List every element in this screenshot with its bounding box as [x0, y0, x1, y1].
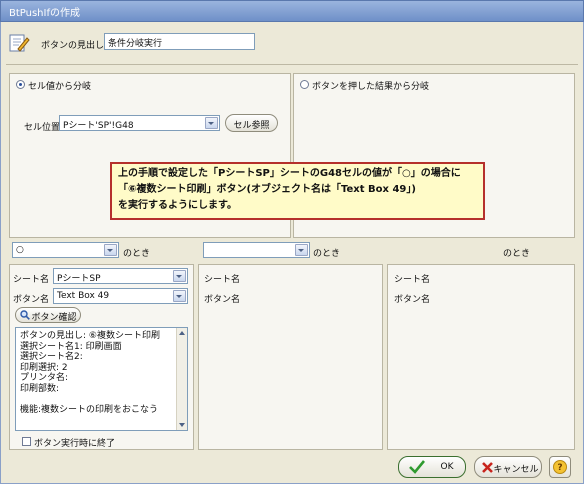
info-line: 選択シート名2: [20, 352, 83, 363]
info-line: 印刷選択: 2 [20, 362, 68, 373]
chevron-down-icon[interactable] [295, 244, 308, 256]
button-confirm-button[interactable]: ボタン確認 [15, 307, 81, 323]
cell-position-combo[interactable]: Pシート'SP'!G48 [59, 115, 220, 131]
button-info-box: ボタンの見出し: ⑥複数シート印刷 選択シート名1: 印刷画面 選択シート名2:… [15, 327, 188, 431]
header-label: ボタンの見出し [41, 41, 105, 51]
help-icon: ? [553, 460, 567, 474]
chevron-down-icon[interactable] [104, 244, 117, 256]
info-line: プリンタ名: [20, 373, 69, 384]
chevron-down-icon[interactable] [205, 117, 218, 129]
callout-line-1: 上の手順で設定した「PシートSP」シートのG48セルの値が「○」の場合に [118, 168, 461, 179]
button-name-value: Text Box 49 [57, 291, 110, 301]
cancel-label: キャンセル [493, 465, 539, 475]
help-label: ? [557, 463, 563, 473]
button-name-label-3: ボタン名 [394, 295, 431, 305]
condition-when-label-1: のとき [123, 249, 151, 259]
button-name-label-2: ボタン名 [204, 295, 241, 305]
exit-on-run-checkbox[interactable] [22, 437, 31, 446]
cell-branch-radio[interactable] [16, 80, 25, 89]
cell-position-label: セル位置 [24, 123, 61, 133]
sheet-name-label-3: シート名 [394, 275, 431, 285]
cell-reference-button[interactable]: セル参照 [225, 114, 278, 132]
condition-value-1: ○ [16, 245, 24, 255]
header-title-value: 条件分岐実行 [108, 39, 163, 49]
close-icon [481, 461, 494, 474]
sheet-name-combo[interactable]: PシートSP [53, 268, 188, 284]
info-line: 印刷部数: [20, 383, 60, 394]
sheet-name-value: PシートSP [57, 274, 101, 284]
chevron-down-icon[interactable] [173, 290, 186, 302]
sheet-name-label-2: シート名 [204, 275, 241, 285]
sheet-name-label: シート名 [13, 275, 50, 285]
button-name-label: ボタン名 [13, 295, 50, 305]
condition-value-combo-1[interactable]: ○ [12, 242, 119, 258]
callout-line-2: 「⑥複数シート印刷」ボタン(オブジェクト名は「Text Box 49」) [118, 184, 416, 195]
help-button[interactable]: ? [549, 456, 571, 478]
title-bar: BtPushIfの作成 [0, 0, 584, 22]
cell-reference-label: セル参照 [233, 121, 270, 131]
info-line: ボタンの見出し: ⑥複数シート印刷 [20, 331, 160, 341]
chevron-down-icon[interactable] [173, 270, 186, 282]
info-line: 機能:複数シートの印刷をおこなう [20, 404, 159, 415]
header-title-input[interactable]: 条件分岐実行 [104, 33, 255, 50]
info-line [20, 395, 175, 405]
button-confirm-label: ボタン確認 [31, 313, 77, 323]
checkmark-icon [409, 460, 426, 474]
callout-line-3: を実行するようにします。 [118, 200, 237, 211]
condition-when-label-3: のとき [503, 249, 531, 259]
ok-button[interactable]: OK [398, 456, 466, 478]
cancel-button[interactable]: キャンセル [474, 456, 542, 478]
header-divider [6, 64, 578, 65]
info-line: 選択シート名1: 印刷画面 [20, 341, 122, 352]
button-branch-label: ボタンを押した結果から分岐 [312, 82, 430, 92]
scroll-down-arrow-icon[interactable] [179, 423, 185, 427]
condition-when-label-2: のとき [313, 249, 341, 259]
instruction-callout: 上の手順で設定した「PシートSP」シートのG48セルの値が「○」の場合に 「⑥複… [110, 162, 485, 220]
button-name-combo[interactable]: Text Box 49 [53, 288, 188, 304]
cell-position-value: Pシート'SP'!G48 [63, 121, 134, 131]
exit-on-run-label: ボタン実行時に終了 [34, 439, 116, 449]
scroll-up-arrow-icon[interactable] [179, 331, 185, 335]
condition-value-combo-2[interactable] [203, 242, 310, 258]
edit-icon [8, 32, 30, 54]
button-branch-radio[interactable] [300, 80, 309, 89]
search-icon [20, 310, 30, 320]
window-title: BtPushIfの作成 [9, 8, 80, 19]
ok-label: OK [440, 462, 454, 472]
info-scrollbar[interactable] [176, 328, 187, 430]
cell-branch-label: セル値から分岐 [28, 82, 92, 92]
